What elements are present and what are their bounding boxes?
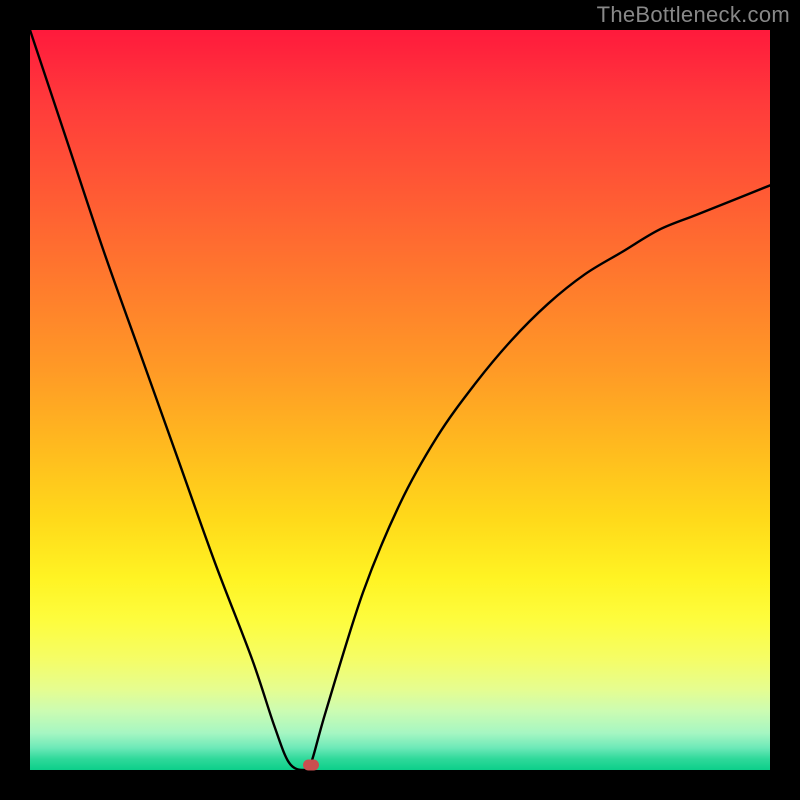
curve-svg [30, 30, 770, 770]
plot-area [30, 30, 770, 770]
watermark-text: TheBottleneck.com [597, 2, 790, 28]
chart-container: TheBottleneck.com [0, 0, 800, 800]
minimum-marker [303, 760, 319, 771]
bottleneck-curve [30, 30, 770, 770]
